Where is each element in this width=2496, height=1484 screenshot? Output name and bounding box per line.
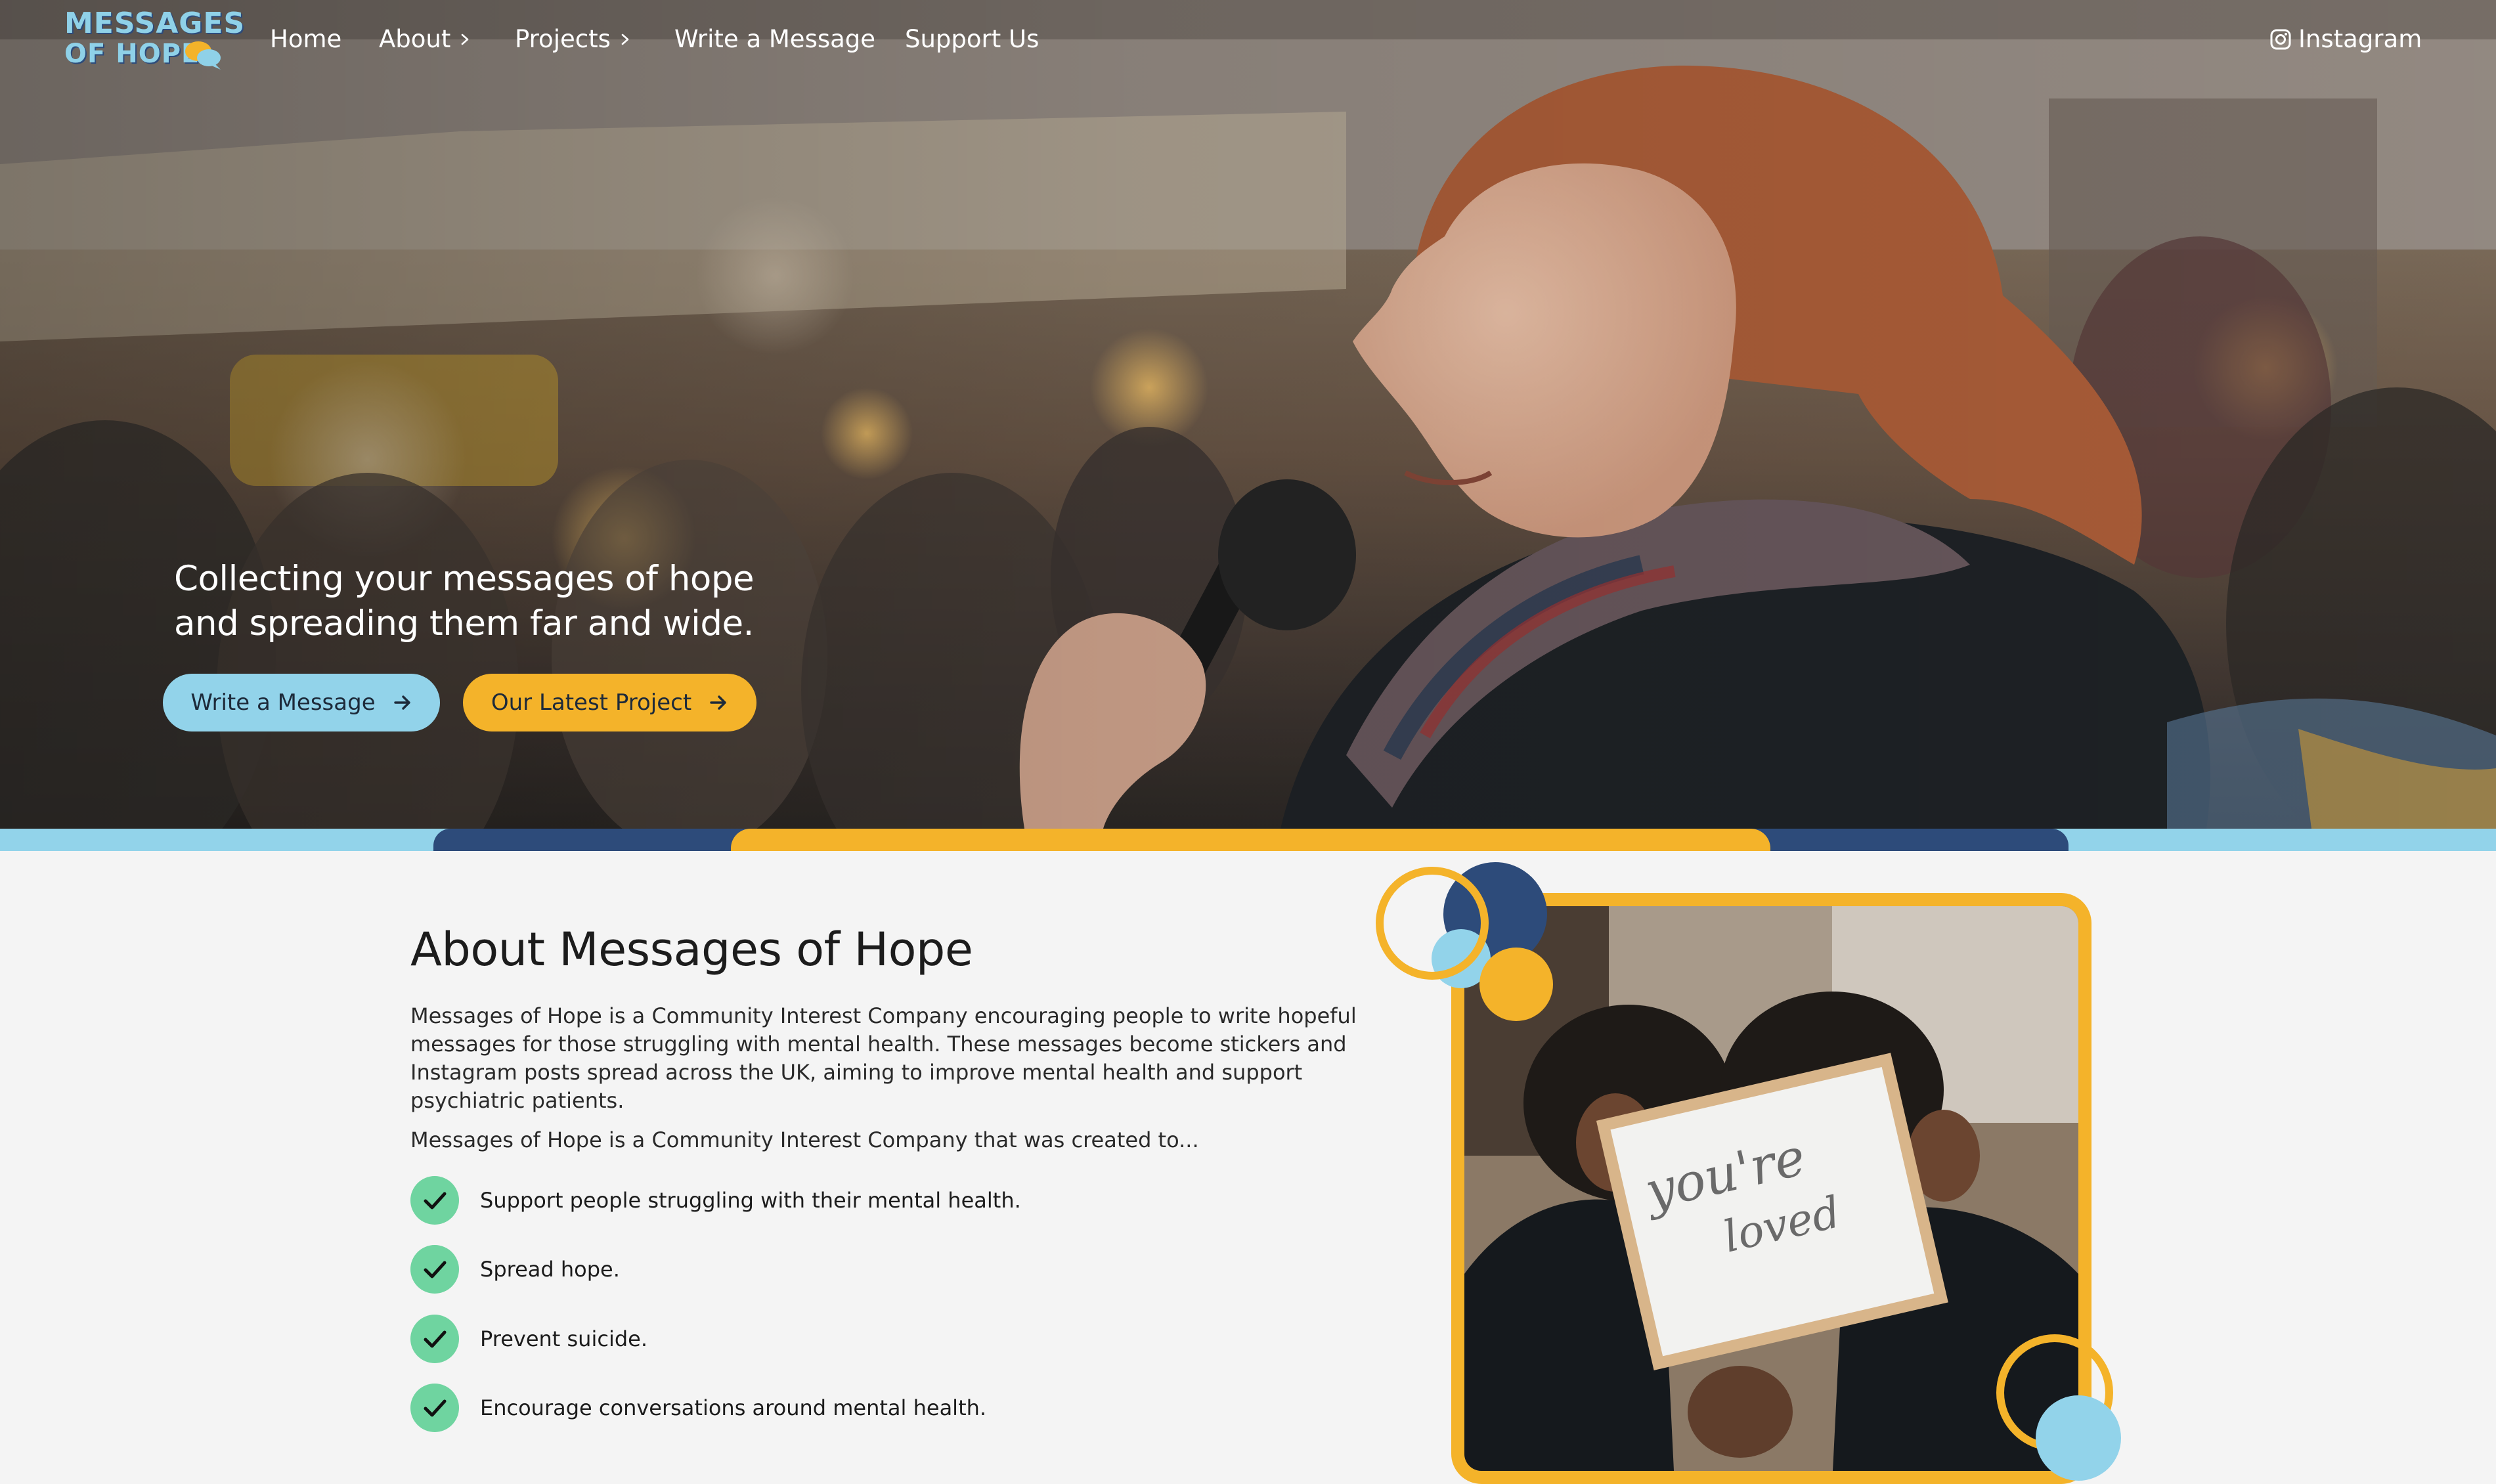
nav-support-us[interactable]: Support Us: [905, 22, 1039, 56]
nav-write-a-message-label: Write a Message: [674, 25, 876, 53]
chevron-right-icon: [462, 33, 469, 45]
about-photo: you're loved: [1464, 906, 2078, 1471]
about-paragraph-2: Messages of Hope is a Community Interest…: [410, 1127, 1199, 1152]
check-icon: [410, 1384, 459, 1432]
nav-home-label: Home: [270, 25, 342, 53]
nav-about-label: About: [379, 25, 451, 53]
chevron-right-icon: [621, 33, 629, 45]
nav-about[interactable]: About: [379, 22, 471, 56]
hero-section: MESSAGES OF HOPE Home About Projects Wri…: [0, 0, 2496, 829]
decorative-yellow-ring: [1376, 867, 1489, 980]
speech-bubble-icon: [185, 41, 221, 70]
checklist-item-text: Spread hope.: [480, 1257, 620, 1282]
instagram-icon: [2270, 29, 2291, 50]
about-paragraph-1: Messages of Hope is a Community Interest…: [410, 1003, 1357, 1113]
our-latest-project-button[interactable]: Our Latest Project: [463, 674, 756, 731]
hero-headline-line1: Collecting your messages of hope: [174, 559, 755, 599]
check-icon: [410, 1245, 459, 1294]
top-nav: MESSAGES OF HOPE Home About Projects Wri…: [0, 0, 2496, 79]
hero-headline: Collecting your messages of hope and spr…: [174, 557, 765, 646]
check-icon: [410, 1315, 459, 1363]
nav-write-a-message[interactable]: Write a Message: [674, 22, 875, 56]
checklist-item: Prevent suicide.: [410, 1315, 647, 1363]
checklist-item: Support people struggling with their men…: [410, 1176, 1021, 1225]
nav-support-us-label: Support Us: [905, 25, 1040, 53]
instagram-label: Instagram: [2298, 25, 2422, 53]
decorative-blue-circle: [2036, 1395, 2121, 1481]
hero-headline-line2: and spreading them far and wide.: [174, 603, 754, 644]
checklist-item: Spread hope.: [410, 1245, 620, 1294]
our-latest-project-button-label: Our Latest Project: [491, 689, 692, 716]
instagram-link[interactable]: Instagram: [2269, 22, 2422, 56]
logo-text-line1: MESSAGES: [64, 7, 246, 40]
logo-text-line2: OF HOPE: [64, 39, 200, 69]
arrow-right-icon: [710, 695, 726, 710]
section-divider-yellow-band: [731, 829, 1770, 851]
checklist-item-text: Encourage conversations around mental he…: [480, 1395, 987, 1420]
write-a-message-button[interactable]: Write a Message: [163, 674, 440, 731]
arrow-right-icon: [393, 695, 410, 710]
site-logo[interactable]: MESSAGES OF HOPE: [64, 8, 244, 70]
checklist-item: Encourage conversations around mental he…: [410, 1384, 986, 1432]
nav-home[interactable]: Home: [270, 22, 341, 56]
write-a-message-button-label: Write a Message: [190, 689, 376, 716]
nav-projects-label: Projects: [515, 25, 611, 53]
nav-projects[interactable]: Projects: [515, 22, 632, 56]
checklist-item-text: Support people struggling with their men…: [480, 1188, 1021, 1213]
check-icon: [410, 1176, 459, 1225]
decorative-yellow-circle: [1479, 948, 1553, 1021]
about-heading: About Messages of Hope: [410, 923, 973, 976]
checklist-item-text: Prevent suicide.: [480, 1326, 647, 1351]
